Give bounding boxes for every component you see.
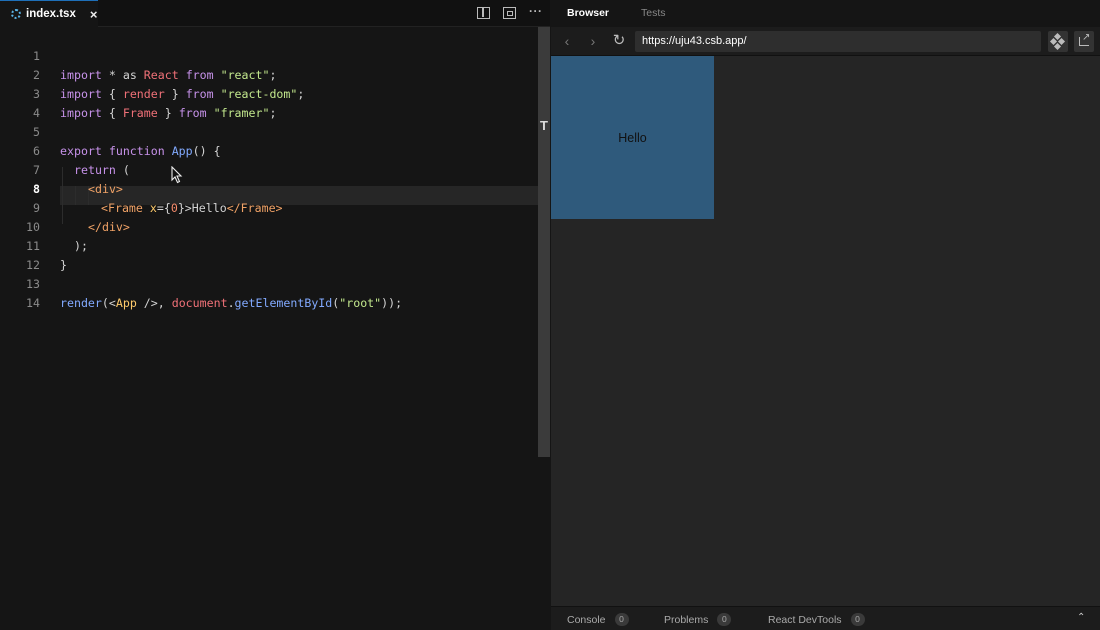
code-line: 6 return ( (0, 123, 550, 177)
browser-tab-bar: Browser Tests (551, 0, 1100, 27)
code-area[interactable]: 1 import * as React from "react"; 2 impo… (0, 28, 550, 630)
token: />, (136, 296, 172, 310)
more-options-icon[interactable]: ··· (529, 4, 543, 18)
file-tab-label: index.tsx (26, 8, 76, 20)
code-line: 1 import * as React from "react"; (0, 28, 550, 82)
mouse-cursor-icon (171, 166, 183, 184)
tab-tests[interactable]: Tests (641, 7, 666, 19)
token: render (60, 296, 102, 310)
tab-problems[interactable]: Problems 0 (664, 613, 732, 626)
count-badge: 0 (717, 613, 732, 626)
frame-text: Hello (618, 130, 647, 145)
code-line: 14 (0, 275, 550, 310)
code-line: 4 (0, 85, 550, 120)
code-line: 11 } (0, 218, 550, 272)
code-line: 5 export function App() { (0, 104, 550, 158)
preview-viewport[interactable]: Hello (551, 56, 1100, 606)
token: )); (381, 296, 403, 310)
layout-grid-icon[interactable] (1048, 31, 1068, 52)
count-badge: 0 (850, 613, 865, 626)
pane-resize-handle[interactable]: T (539, 118, 549, 134)
code-line-active: 8 <Frame x={0}>Hello</Frame> (0, 161, 550, 215)
url-input[interactable] (635, 31, 1041, 52)
close-icon[interactable]: × (90, 8, 98, 21)
tab-console[interactable]: Console 0 (567, 613, 629, 626)
token: App (115, 296, 137, 310)
tab-label: Console (567, 613, 606, 626)
token: "root" (339, 296, 382, 310)
code-line: 12 (0, 237, 550, 272)
hello-frame[interactable]: Hello (551, 56, 714, 219)
code-line: 9 </div> (0, 180, 550, 234)
open-in-new-window-icon[interactable] (1074, 31, 1094, 52)
line-number: 14 (26, 296, 40, 310)
gear-icon (11, 9, 21, 19)
browser-pane: Browser Tests ‹ › ↻ Hello Console 0 Prob… (551, 0, 1100, 630)
code-line: 3 import { Frame } from "framer"; (0, 66, 550, 120)
line-content: render(<App />, document.getElementById(… (60, 294, 402, 313)
code-line: 13 render(<App />, document.getElementBy… (0, 256, 550, 310)
token: getElementById (234, 296, 333, 310)
file-tab-index[interactable]: index.tsx × (0, 0, 98, 27)
code-line: 7 <div> (0, 142, 550, 196)
split-view-icon[interactable] (477, 7, 490, 19)
tab-label: Problems (664, 613, 709, 626)
token: . (227, 296, 235, 310)
editor-scrollbar[interactable] (538, 27, 550, 457)
devtools-bar: Console 0 Problems 0 React DevTools 0 ⌃ (551, 606, 1100, 630)
editor-tab-bar: index.tsx × ··· (0, 0, 550, 27)
back-icon[interactable]: ‹ (559, 33, 575, 49)
code-line: 2 import { render } from "react-dom"; (0, 47, 550, 101)
preview-icon[interactable] (503, 7, 516, 19)
code-line: 10 ); (0, 199, 550, 253)
browser-nav-bar: ‹ › ↻ (551, 27, 1100, 56)
refresh-icon[interactable]: ↻ (611, 33, 627, 49)
count-badge: 0 (614, 613, 629, 626)
forward-icon[interactable]: › (585, 33, 601, 49)
tab-label: React DevTools (768, 613, 842, 626)
token: document (171, 296, 228, 310)
chevron-up-icon[interactable]: ⌃ (1077, 612, 1085, 623)
code-editor[interactable]: index.tsx × ··· 1 import * as React from… (0, 0, 550, 630)
token: (< (101, 296, 116, 310)
tab-browser[interactable]: Browser (567, 7, 609, 19)
tab-react-devtools[interactable]: React DevTools 0 (768, 613, 865, 626)
